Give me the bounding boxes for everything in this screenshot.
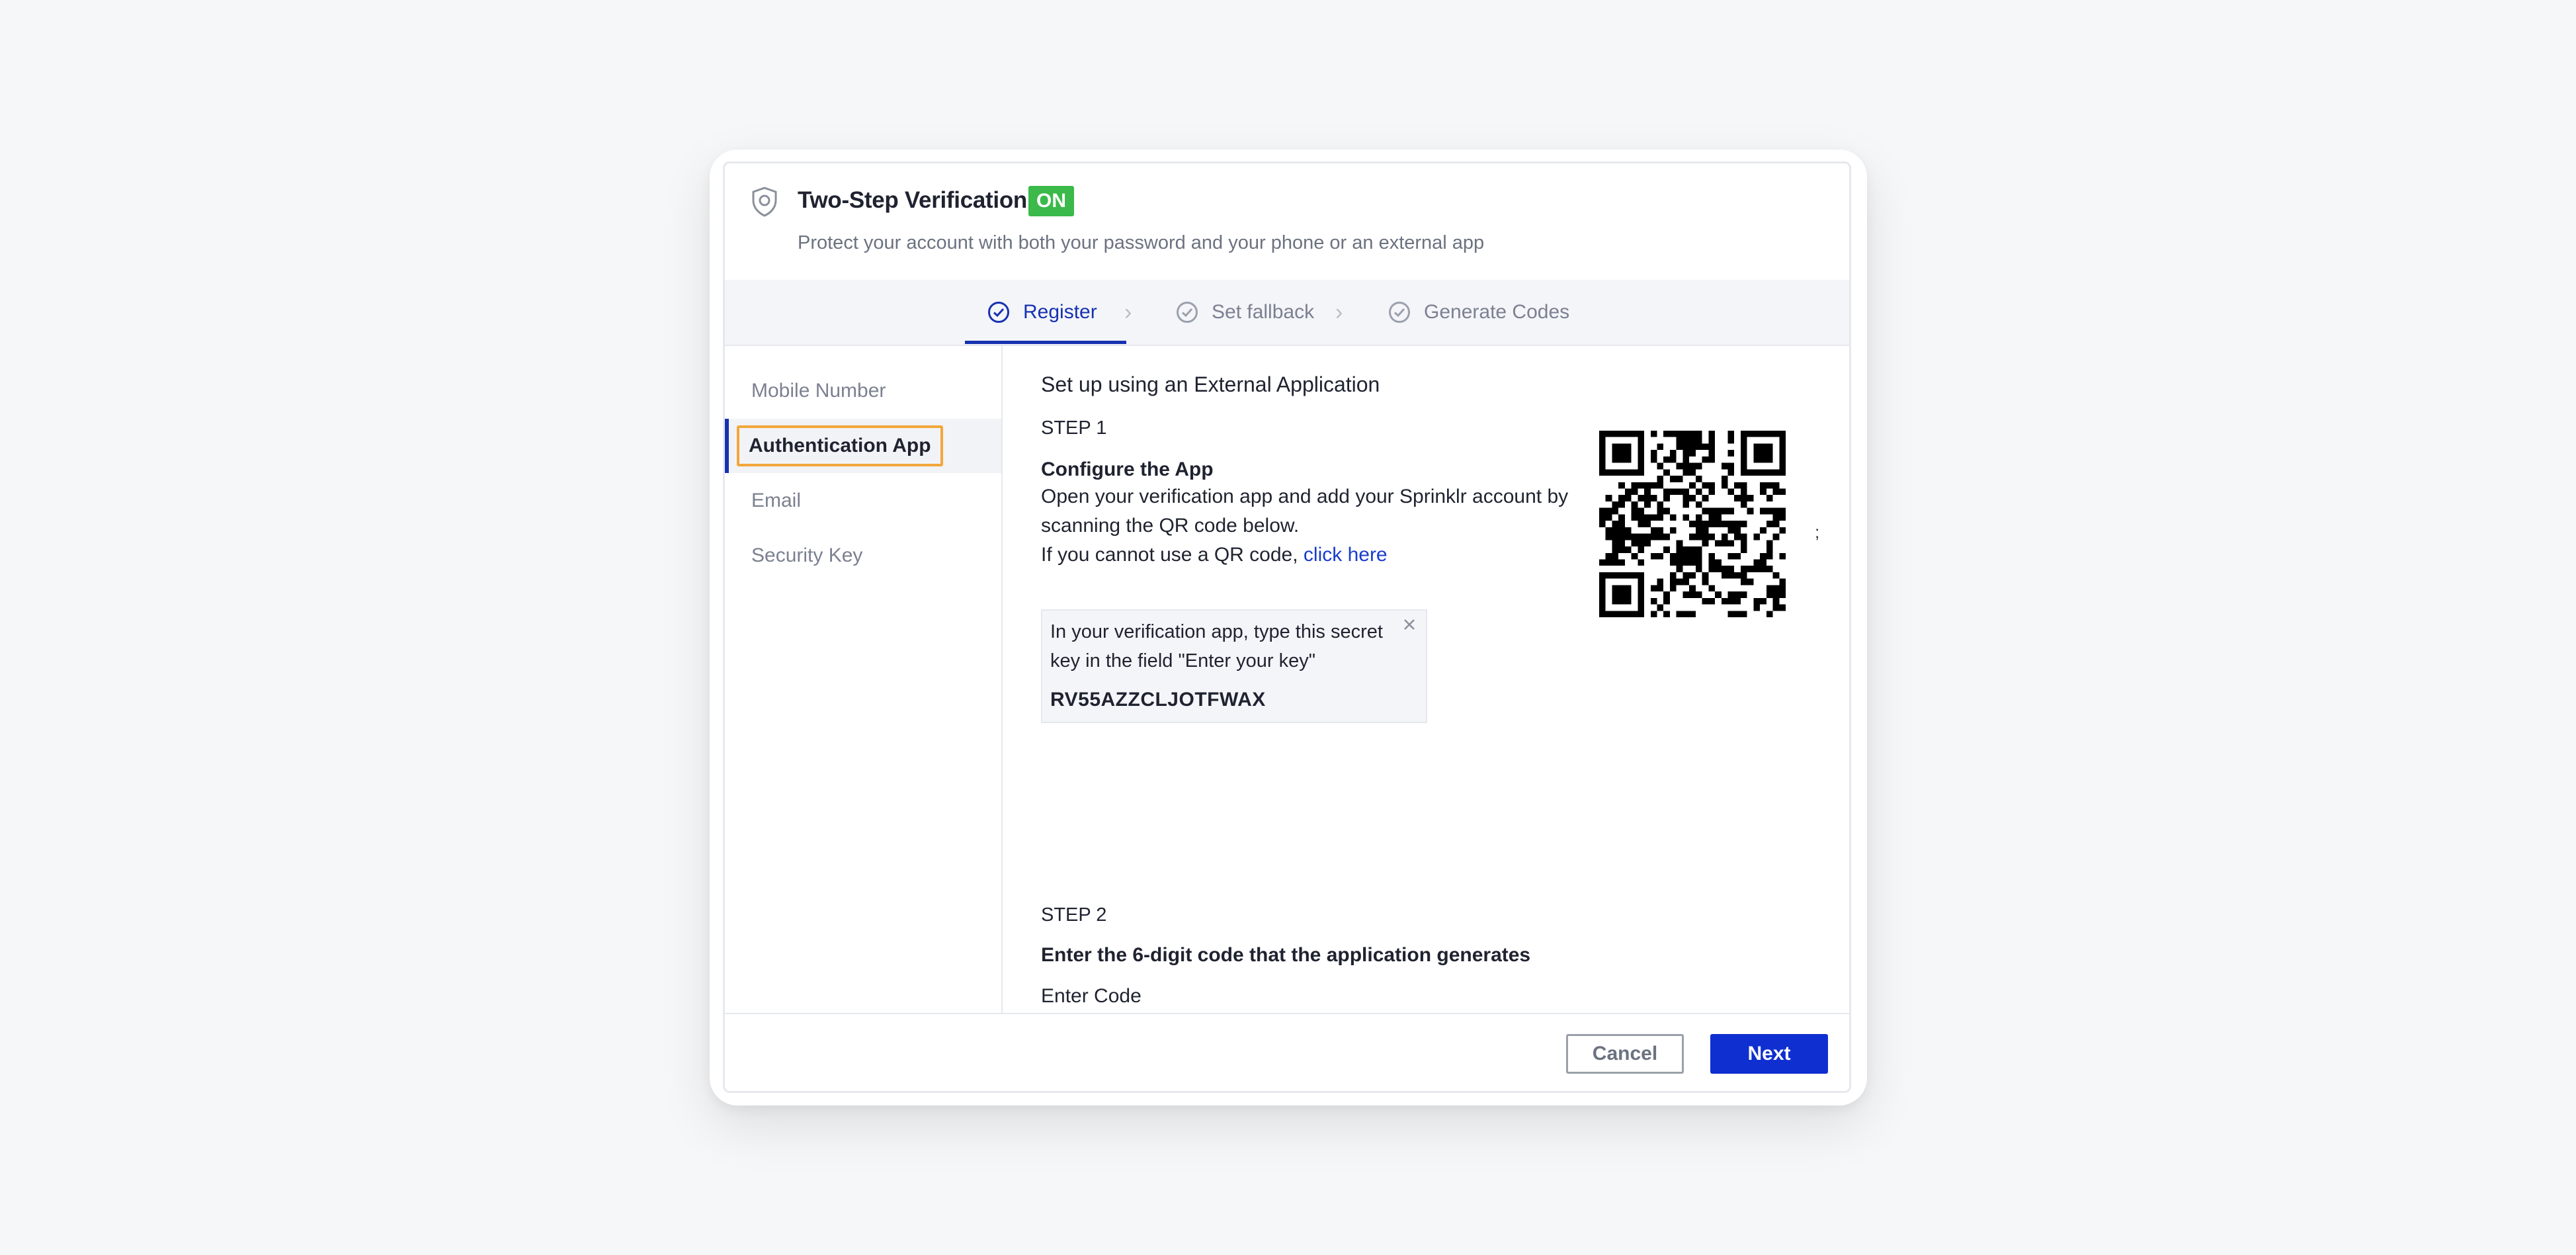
step2-label: STEP 2	[1041, 904, 1107, 926]
secret-key-value: RV55AZZCLJOTFWAX	[1050, 689, 1266, 711]
modal-subtitle: Protect your account with both your pass…	[798, 232, 1485, 253]
chevron-right-icon: ›	[1124, 300, 1132, 325]
sidebar-item-email[interactable]: Email	[725, 474, 1001, 528]
step-label: Set fallback	[1212, 301, 1315, 323]
code-input-label: Enter Code	[1041, 985, 1142, 1007]
sidebar-item-label: Authentication App	[737, 425, 943, 466]
main-content: Set up using an External Application STE…	[1003, 345, 1849, 1084]
section-title: Set up using an External Application	[1041, 372, 1380, 396]
cancel-button[interactable]: Cancel	[1566, 1034, 1684, 1074]
modal-footer: Cancel Next	[725, 1013, 1849, 1091]
secret-key-instructions: In your verification app, type this secr…	[1050, 621, 1383, 671]
step-register[interactable]: Register	[987, 280, 1097, 345]
step1-heading: Configure the App	[1041, 458, 1214, 480]
next-button[interactable]: Next	[1710, 1034, 1828, 1074]
step-set-fallback[interactable]: Set fallback	[1176, 280, 1314, 345]
sidebar-item-security-key[interactable]: Security Key	[725, 529, 1001, 583]
check-circle-icon	[1389, 302, 1410, 323]
step-label: Generate Codes	[1424, 301, 1570, 323]
sidebar-item-label: Email	[751, 490, 802, 511]
close-icon[interactable]	[1399, 615, 1419, 634]
check-circle-icon	[988, 302, 1009, 323]
chevron-right-icon: ›	[1335, 300, 1343, 325]
shield-icon	[752, 187, 777, 217]
secret-key-box: In your verification app, type this secr…	[1041, 609, 1427, 723]
qr-code-icon	[1599, 431, 1786, 617]
step-label: Register	[1023, 301, 1097, 323]
step1-label: STEP 1	[1041, 417, 1107, 439]
sidebar-item-authentication-app[interactable]: Authentication App	[725, 419, 1001, 473]
qr-fallback-line: If you cannot use a QR code, click here	[1041, 541, 1570, 570]
method-sidebar: Mobile Number Authentication App Email S…	[725, 345, 1003, 1019]
click-here-link[interactable]: click here	[1304, 544, 1388, 566]
check-circle-icon	[1177, 302, 1198, 323]
active-step-indicator	[965, 341, 1126, 344]
step2-heading: Enter the 6-digit code that the applicat…	[1041, 944, 1531, 966]
sidebar-item-mobile-number[interactable]: Mobile Number	[725, 364, 1001, 418]
sidebar-item-label: Security Key	[751, 544, 863, 566]
status-badge: ON	[1028, 186, 1074, 216]
step1-text: Open your verification app and add your …	[1041, 486, 1569, 537]
sidebar-item-label: Mobile Number	[751, 380, 886, 402]
stepper: Register › Set fallback › Generate Codes	[725, 280, 1849, 346]
modal-header: Two-Step Verification ON Protect your ac…	[725, 163, 1849, 280]
modal-title: Two-Step Verification	[798, 187, 1027, 213]
qr-fallback-text: If you cannot use a QR code,	[1041, 544, 1304, 566]
step-generate-codes[interactable]: Generate Codes	[1388, 280, 1569, 345]
step1-instructions: Open your verification app and add your …	[1041, 482, 1570, 570]
stray-mark: ;	[1815, 522, 1820, 542]
two-step-verification-modal: Two-Step Verification ON Protect your ac…	[723, 161, 1851, 1093]
